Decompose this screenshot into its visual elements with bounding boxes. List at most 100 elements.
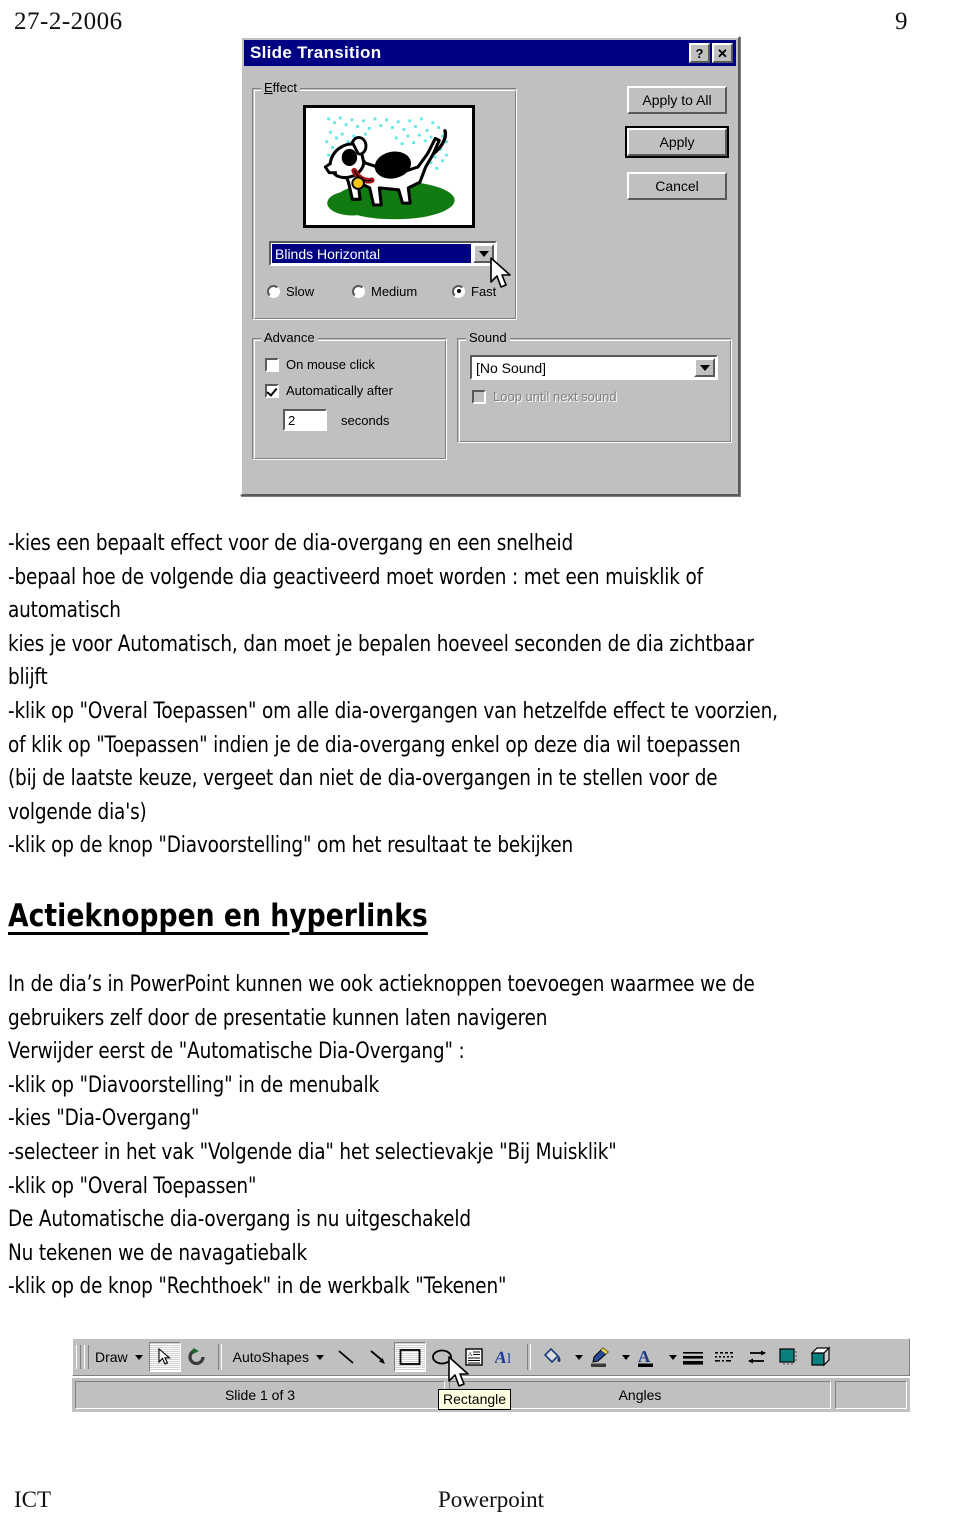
- 3d-icon[interactable]: [805, 1342, 837, 1372]
- sound-group: Sound [No Sound] Loop until next sound: [457, 330, 732, 443]
- effect-dropdown[interactable]: Blinds Horizontal: [269, 241, 497, 266]
- page-footer: ICT Powerpoint: [0, 1487, 960, 1521]
- instruction2-line-6: -klik op "Overal Toepassen": [8, 1172, 257, 1199]
- draw-menu-label: Draw: [95, 1349, 128, 1365]
- instruction2-line-9: -klik op de knop "Rechthoek" in de werkb…: [8, 1273, 507, 1300]
- instruction2-line-0: In de dia’s in PowerPoint kunnen we ook …: [8, 971, 755, 997]
- free-rotate-icon[interactable]: [181, 1342, 213, 1372]
- tooltip-rectangle: Rectangle: [438, 1389, 512, 1410]
- checkbox-box-loop-until-next-sound: [472, 389, 486, 404]
- dog-clipart-icon: [306, 108, 472, 225]
- arrow-icon[interactable]: [362, 1342, 394, 1372]
- radio-dot-medium: [352, 284, 365, 298]
- drawing-toolbar-screenshot: Draw AutoShapes A A l A Slide 1 of 3 Ang…: [72, 1338, 910, 1416]
- radio-label-slow: Slow: [286, 283, 315, 299]
- rectangle-icon[interactable]: [393, 1342, 426, 1372]
- instruction-line-0: -kies een bepaalt effect voor de dia-ove…: [8, 530, 574, 556]
- effect-group: Effect Blinds Horizontal Slow Medium Fas…: [252, 80, 517, 320]
- svg-text:A: A: [638, 1347, 651, 1366]
- arrow-style-icon[interactable]: [741, 1342, 773, 1372]
- wordart-icon[interactable]: A l: [490, 1342, 522, 1372]
- toolbar-separator-1: [217, 1344, 222, 1370]
- advance-group-label: Advance: [261, 330, 318, 345]
- checkbox-automatically-after[interactable]: Automatically after: [265, 383, 393, 398]
- instruction2-line-1: gebruikers zelf door de presentatie kunn…: [8, 1004, 548, 1031]
- svg-text:l: l: [507, 1351, 511, 1367]
- dialog-title: Slide Transition: [250, 43, 382, 62]
- footer-center-label: Powerpoint: [438, 1487, 545, 1512]
- instruction2-line-3: -klik op "Diavoorstelling" in de menubal…: [8, 1071, 379, 1098]
- page-number: 9: [895, 8, 908, 35]
- instruction2-line-8: Nu tekenen we de navagatiebalk: [8, 1239, 308, 1266]
- text-box-icon[interactable]: A: [458, 1342, 490, 1372]
- checkbox-on-mouse-click[interactable]: On mouse click: [265, 357, 375, 372]
- status-extra-panel: [835, 1381, 907, 1409]
- help-button[interactable]: ?: [689, 43, 710, 63]
- line-icon[interactable]: [330, 1342, 362, 1372]
- chevron-down-icon-autoshapes: [315, 1354, 324, 1360]
- close-icon[interactable]: ✕: [712, 43, 733, 63]
- chevron-down-icon-draw: [134, 1354, 143, 1360]
- cancel-button[interactable]: Cancel: [627, 172, 727, 200]
- apply-button[interactable]: Apply: [625, 126, 729, 158]
- oval-icon[interactable]: [426, 1342, 458, 1372]
- instruction-line-4: blijft: [8, 664, 48, 691]
- sound-dropdown[interactable]: [No Sound]: [470, 355, 718, 380]
- radio-label-medium: Medium: [371, 283, 418, 299]
- line-color-icon[interactable]: [583, 1342, 615, 1372]
- shadow-icon[interactable]: [773, 1342, 805, 1372]
- radio-label-fast: Fast: [471, 283, 497, 299]
- checkbox-box-automatically-after: [265, 383, 279, 398]
- instruction2-line-7: De Automatische dia-overgang is nu uitge…: [8, 1206, 471, 1233]
- radio-speed-slow[interactable]: Slow: [267, 284, 352, 299]
- instruction2-line-2: Verwijder eerst de "Automatische Dia-Ove…: [8, 1038, 465, 1065]
- line-style-icon[interactable]: [677, 1342, 709, 1372]
- chevron-down-icon[interactable]: [473, 244, 494, 263]
- radio-speed-fast[interactable]: Fast: [452, 284, 496, 299]
- draw-menu-button[interactable]: Draw: [89, 1349, 149, 1365]
- autoshapes-menu-label: AutoShapes: [232, 1349, 309, 1365]
- header-date: 27-2-2006: [14, 8, 123, 35]
- svg-text:A: A: [468, 1352, 473, 1358]
- transition-preview-image[interactable]: [303, 105, 475, 228]
- sound-dropdown-value: [No Sound]: [476, 359, 547, 376]
- instruction-line-2: automatisch: [8, 597, 121, 624]
- footer-left-label: ICT: [14, 1487, 52, 1512]
- fill-color-icon[interactable]: [536, 1342, 568, 1372]
- drawing-toolbar: Draw AutoShapes A A l A: [72, 1338, 910, 1376]
- instructions-block-2: In de dia’s in PowerPoint kunnen we ook …: [8, 968, 952, 1304]
- instruction-line-1: -bepaal hoe de volgende dia geactiveerd …: [8, 563, 703, 590]
- seconds-row: 2 seconds: [283, 409, 389, 431]
- toolbar-separator-2: [526, 1344, 531, 1370]
- slide-transition-dialog: Slide Transition ? ✕ Effect Blinds Horiz…: [240, 36, 740, 496]
- font-color-icon[interactable]: A: [630, 1342, 662, 1372]
- seconds-label: seconds: [341, 412, 390, 428]
- effect-group-label: Effect: [261, 80, 301, 95]
- instruction-line-8: volgende dia's): [8, 798, 147, 825]
- chevron-down-icon-line-color[interactable]: [621, 1354, 630, 1360]
- instruction-line-6: of klik op "Toepassen" indien je de dia-…: [8, 731, 741, 758]
- instruction-line-3: kies je voor Automatisch, dan moet je be…: [8, 630, 754, 657]
- apply-to-all-button[interactable]: Apply to All: [627, 86, 727, 114]
- radio-speed-medium[interactable]: Medium: [352, 284, 452, 299]
- seconds-input[interactable]: 2: [283, 409, 327, 431]
- dash-style-icon[interactable]: [709, 1342, 741, 1372]
- instruction-line-7: (bij de laatste keuze, vergeet dan niet …: [8, 765, 718, 792]
- radio-dot-slow: [267, 284, 280, 298]
- checkbox-box-on-mouse-click: [265, 357, 279, 372]
- dialog-titlebar[interactable]: Slide Transition ? ✕: [244, 40, 736, 66]
- checkbox-loop-until-next-sound: Loop until next sound: [472, 389, 617, 404]
- select-arrow-icon[interactable]: [148, 1342, 181, 1372]
- chevron-down-icon-font-color[interactable]: [668, 1354, 677, 1360]
- transition-speed-radios: Slow Medium Fast: [267, 279, 507, 303]
- sound-group-label: Sound: [466, 330, 510, 345]
- chevron-down-icon-fill[interactable]: [574, 1354, 583, 1360]
- instruction-line-9: -klik op de knop "Diavoorstelling" om he…: [8, 832, 574, 859]
- toolbar-grip[interactable]: [76, 1345, 81, 1369]
- chevron-down-icon-sound[interactable]: [694, 358, 715, 377]
- autoshapes-menu-button[interactable]: AutoShapes: [227, 1349, 330, 1365]
- instructions-block-1: -kies een bepaalt effect voor de dia-ove…: [8, 527, 952, 863]
- advance-group: Advance On mouse click Automatically aft…: [252, 330, 447, 460]
- status-slide-counter: Slide 1 of 3: [75, 1381, 445, 1409]
- checkbox-label-loop-until-next-sound: Loop until next sound: [493, 389, 617, 404]
